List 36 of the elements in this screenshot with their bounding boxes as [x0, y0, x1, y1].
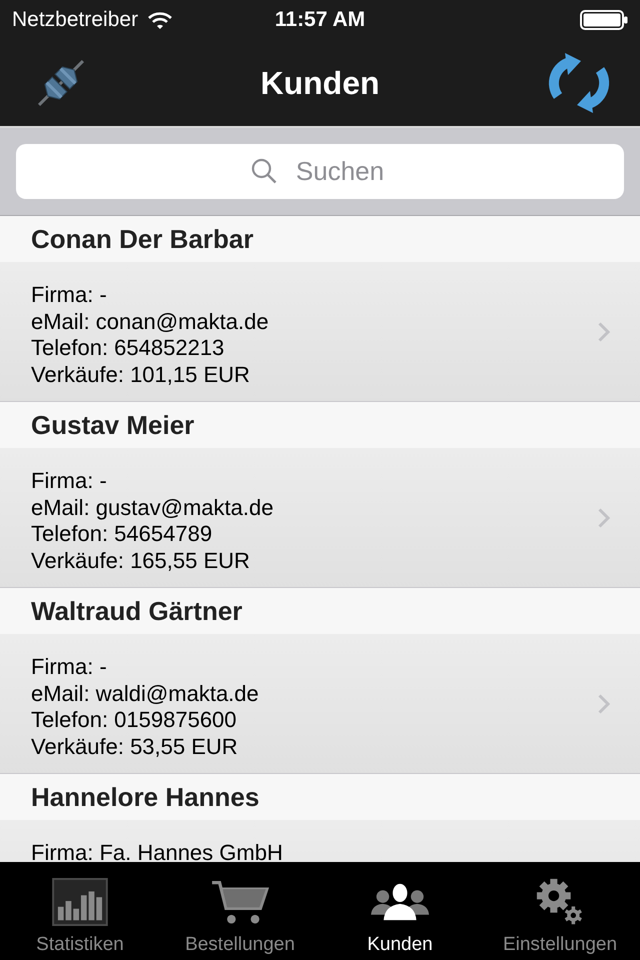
customer-detail: Verkäufe: 165,55 EUR	[31, 548, 251, 574]
customer-detail: eMail: conan@makta.de	[31, 308, 270, 335]
nav-title: Kunden	[260, 64, 380, 102]
customer-row[interactable]: Firma: - eMail: conan@makta.de Telefon: 654852213 Verkäufe: 101,15 EUR	[0, 262, 640, 402]
customer-name: Hannelore Hannes	[31, 782, 260, 812]
bar-chart-icon	[51, 878, 109, 926]
customer-detail: Verkäufe: 101,15 EUR	[31, 362, 251, 388]
customer-detail: Firma: -	[31, 654, 108, 680]
tab-item[interactable]: Einstellungen	[480, 862, 640, 960]
cart-icon	[211, 878, 269, 926]
tab-item[interactable]: Statistiken	[0, 862, 160, 960]
customer-detail: Telefon: 0159875600	[31, 707, 238, 734]
customer-detail: Verkäufe: 53,55 EUR	[31, 734, 239, 760]
customer-name: Waltraud Gärtner	[31, 596, 242, 626]
tab-item[interactable]: Bestellungen	[160, 862, 320, 960]
battery-icon	[580, 10, 628, 30]
customer-row[interactable]: Firma: Fa. Hannes GmbH	[0, 820, 640, 862]
wifi-icon	[148, 12, 172, 28]
search-field[interactable]: Suchen	[16, 144, 624, 199]
customer-name: Gustav Meier	[31, 410, 194, 440]
customer-detail: Telefon: 654852213	[31, 335, 226, 362]
customer-row[interactable]: Firma: - eMail: gustav@makta.de Telefon: 54654789 Verkäufe: 165,55 EUR	[0, 448, 640, 588]
search-icon	[251, 158, 277, 184]
customer-detail: eMail: gustav@makta.de	[31, 494, 274, 521]
refresh-icon	[548, 52, 610, 114]
customer-detail: Firma: Fa. Hannes GmbH	[31, 840, 284, 862]
refresh-button[interactable]	[548, 52, 610, 114]
carrier-name: Netzbetreiber	[12, 8, 138, 32]
customer-detail: Firma: -	[31, 282, 108, 308]
customer-detail: Firma: -	[31, 468, 108, 494]
status-time: 11:57 AM	[274, 8, 366, 32]
customer-detail: Telefon: 54654789	[31, 521, 214, 548]
customer-detail: eMail: waldi@makta.de	[31, 680, 260, 707]
customer-name: Conan Der Barbar	[31, 224, 254, 254]
tab-item[interactable]: Kunden	[320, 862, 480, 960]
customer-row[interactable]: Firma: - eMail: waldi@makta.de Telefon: 0159875600 Verkäufe: 53,55 EUR	[0, 634, 640, 774]
